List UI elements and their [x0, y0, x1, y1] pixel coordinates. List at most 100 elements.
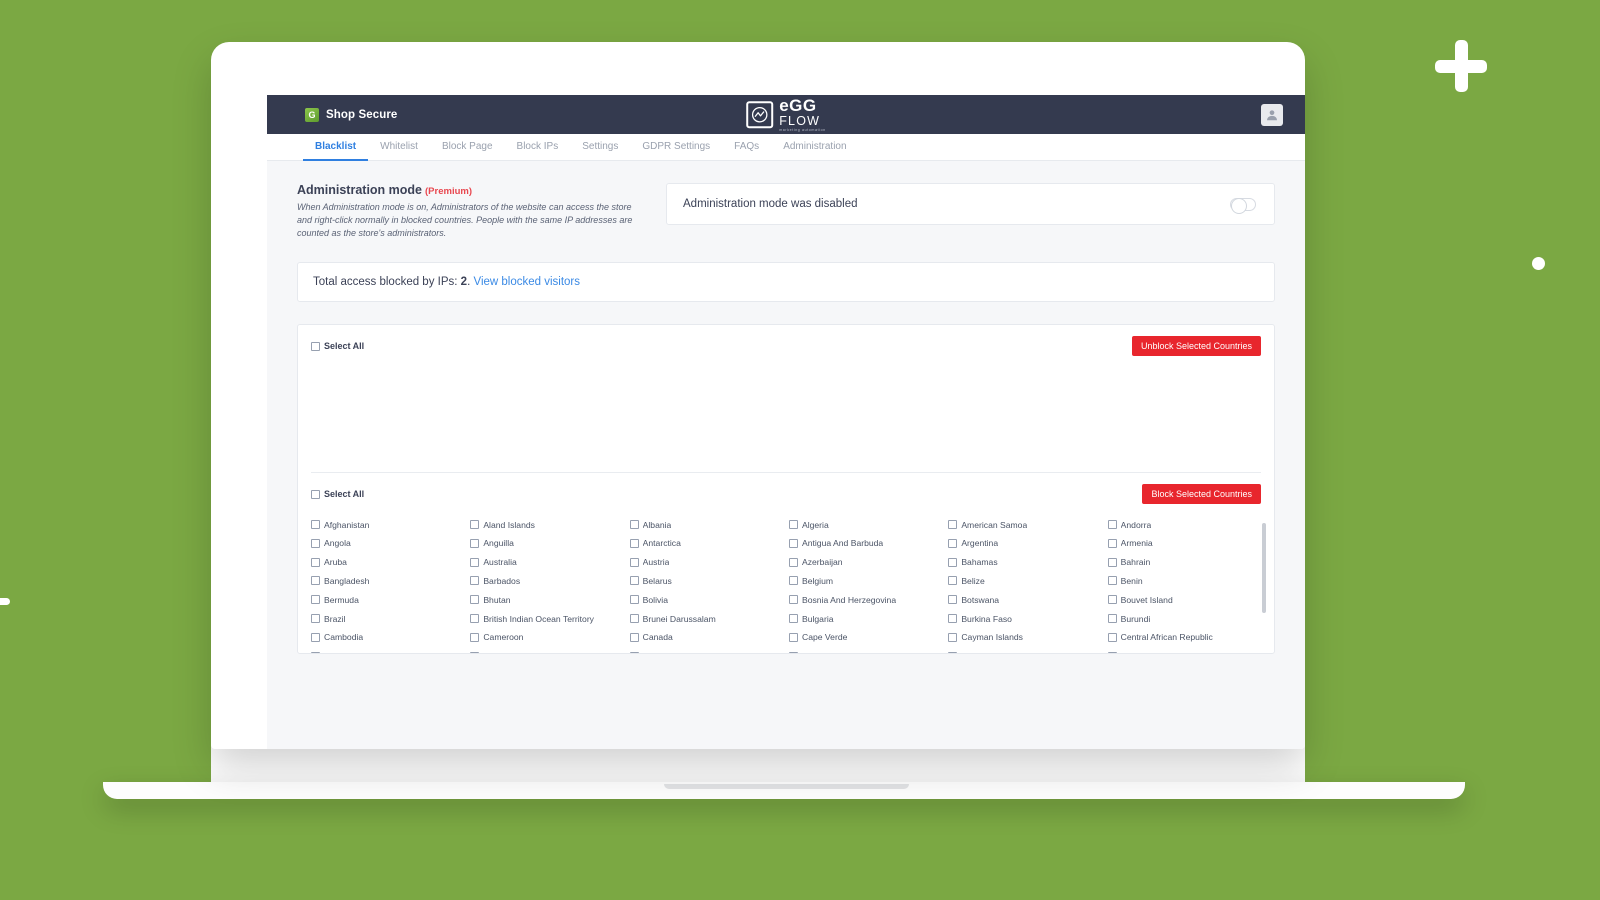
country-checkbox-item[interactable]: Bouvet Island: [1107, 590, 1261, 609]
country-checkbox[interactable]: [788, 614, 798, 624]
country-checkbox[interactable]: [1107, 557, 1117, 567]
country-checkbox-item[interactable]: Cocos (Keeling) Islands: [948, 647, 1101, 654]
country-checkbox[interactable]: [948, 595, 958, 605]
country-checkbox[interactable]: [1107, 614, 1117, 624]
country-checkbox-item[interactable]: Bahamas: [948, 553, 1101, 572]
country-checkbox[interactable]: [1107, 538, 1117, 548]
country-checkbox-item[interactable]: Benin: [1107, 572, 1261, 591]
country-checkbox[interactable]: [311, 614, 320, 624]
country-checkbox[interactable]: [629, 651, 639, 654]
country-checkbox-item[interactable]: Antigua And Barbuda: [788, 534, 942, 553]
country-checkbox-item[interactable]: Cambodia: [311, 628, 464, 647]
country-checkbox[interactable]: [470, 538, 480, 548]
country-checkbox[interactable]: [788, 557, 798, 567]
country-checkbox[interactable]: [1107, 520, 1117, 530]
country-list-scroll-track[interactable]: [1262, 519, 1270, 653]
tab-whitelist[interactable]: Whitelist: [368, 141, 430, 161]
country-checkbox[interactable]: [788, 651, 798, 654]
country-checkbox[interactable]: [311, 651, 320, 654]
country-list-scrollbar[interactable]: [1262, 523, 1266, 614]
country-checkbox[interactable]: [470, 520, 480, 530]
tab-settings[interactable]: Settings: [570, 141, 630, 161]
country-checkbox-item[interactable]: Bosnia And Herzegovina: [788, 590, 942, 609]
country-checkbox[interactable]: [629, 520, 639, 530]
country-checkbox-item[interactable]: Brazil: [311, 609, 464, 628]
country-checkbox-item[interactable]: Austria: [629, 553, 783, 572]
country-checkbox[interactable]: [788, 595, 798, 605]
country-checkbox-item[interactable]: Central African Republic: [1107, 628, 1261, 647]
tab-gdpr-settings[interactable]: GDPR Settings: [630, 141, 722, 161]
country-checkbox-item[interactable]: Brunei Darussalam: [629, 609, 783, 628]
country-checkbox-item[interactable]: Belarus: [629, 572, 783, 591]
country-checkbox[interactable]: [470, 576, 480, 586]
country-checkbox[interactable]: [948, 632, 958, 642]
country-checkbox-item[interactable]: Afghanistan: [311, 515, 464, 534]
country-checkbox[interactable]: [1107, 595, 1117, 605]
country-checkbox-item[interactable]: Andorra: [1107, 515, 1261, 534]
country-checkbox[interactable]: [311, 576, 320, 586]
country-checkbox[interactable]: [470, 632, 480, 642]
tab-blacklist[interactable]: Blacklist: [303, 141, 369, 161]
unblock-selected-countries-button[interactable]: Unblock Selected Countries: [1131, 336, 1261, 357]
country-checkbox-item[interactable]: Argentina: [948, 534, 1101, 553]
country-checkbox-item[interactable]: Chile: [470, 647, 623, 654]
tab-block-ips[interactable]: Block IPs: [505, 141, 571, 161]
country-checkbox-item[interactable]: Bermuda: [311, 590, 464, 609]
country-checkbox-item[interactable]: Burundi: [1107, 609, 1261, 628]
country-checkbox-item[interactable]: American Samoa: [948, 515, 1101, 534]
country-checkbox-item[interactable]: Belize: [948, 572, 1101, 591]
country-checkbox[interactable]: [948, 576, 958, 586]
country-checkbox-item[interactable]: Barbados: [470, 572, 623, 591]
country-checkbox-item[interactable]: Anguilla: [470, 534, 623, 553]
country-checkbox-item[interactable]: British Indian Ocean Territory: [470, 609, 623, 628]
country-checkbox[interactable]: [629, 557, 639, 567]
country-checkbox[interactable]: [1107, 632, 1117, 642]
country-checkbox[interactable]: [948, 538, 958, 548]
country-checkbox-item[interactable]: China: [629, 647, 783, 654]
country-checkbox-item[interactable]: Antarctica: [629, 534, 783, 553]
country-checkbox[interactable]: [1107, 576, 1117, 586]
country-checkbox-item[interactable]: Bhutan: [470, 590, 623, 609]
country-checkbox-item[interactable]: Burkina Faso: [948, 609, 1101, 628]
country-checkbox-item[interactable]: Chad: [311, 647, 464, 654]
administration-mode-toggle[interactable]: [1230, 197, 1256, 214]
country-checkbox[interactable]: [470, 595, 480, 605]
country-checkbox[interactable]: [788, 576, 798, 586]
country-checkbox[interactable]: [788, 632, 798, 642]
country-checkbox[interactable]: [470, 557, 480, 567]
country-checkbox[interactable]: [311, 520, 320, 530]
country-checkbox-item[interactable]: Aruba: [311, 553, 464, 572]
country-checkbox[interactable]: [948, 520, 958, 530]
country-checkbox[interactable]: [311, 557, 320, 567]
country-checkbox-item[interactable]: Christmas Island: [788, 647, 942, 654]
select-all-unblock-checkbox[interactable]: [311, 341, 320, 351]
country-checkbox[interactable]: [948, 651, 958, 654]
block-selected-countries-button[interactable]: Block Selected Countries: [1142, 484, 1261, 505]
country-checkbox[interactable]: [470, 651, 480, 654]
user-avatar[interactable]: [1261, 103, 1283, 126]
country-checkbox-item[interactable]: Armenia: [1107, 534, 1261, 553]
country-checkbox-item[interactable]: Belgium: [788, 572, 942, 591]
country-checkbox[interactable]: [948, 557, 958, 567]
country-checkbox-item[interactable]: Angola: [311, 534, 464, 553]
select-all-block[interactable]: Select All: [311, 489, 364, 499]
view-blocked-visitors-link[interactable]: View blocked visitors: [473, 276, 580, 288]
country-checkbox-item[interactable]: Cameroon: [470, 628, 623, 647]
select-all-block-checkbox[interactable]: [311, 489, 320, 499]
country-checkbox-item[interactable]: Colombia: [1107, 647, 1261, 654]
country-checkbox[interactable]: [629, 632, 639, 642]
country-checkbox[interactable]: [629, 576, 639, 586]
country-checkbox[interactable]: [788, 538, 798, 548]
brand[interactable]: Shop Secure: [305, 107, 397, 122]
tab-administration[interactable]: Administration: [771, 141, 858, 161]
country-checkbox[interactable]: [311, 632, 320, 642]
country-checkbox-item[interactable]: Bolivia: [629, 590, 783, 609]
country-checkbox-item[interactable]: Bangladesh: [311, 572, 464, 591]
country-checkbox-item[interactable]: Algeria: [788, 515, 942, 534]
country-checkbox-item[interactable]: Cayman Islands: [948, 628, 1101, 647]
tab-block-page[interactable]: Block Page: [430, 141, 505, 161]
country-checkbox-item[interactable]: Australia: [470, 553, 623, 572]
country-checkbox-item[interactable]: Bulgaria: [788, 609, 942, 628]
country-checkbox[interactable]: [1107, 651, 1117, 654]
country-checkbox[interactable]: [311, 538, 320, 548]
